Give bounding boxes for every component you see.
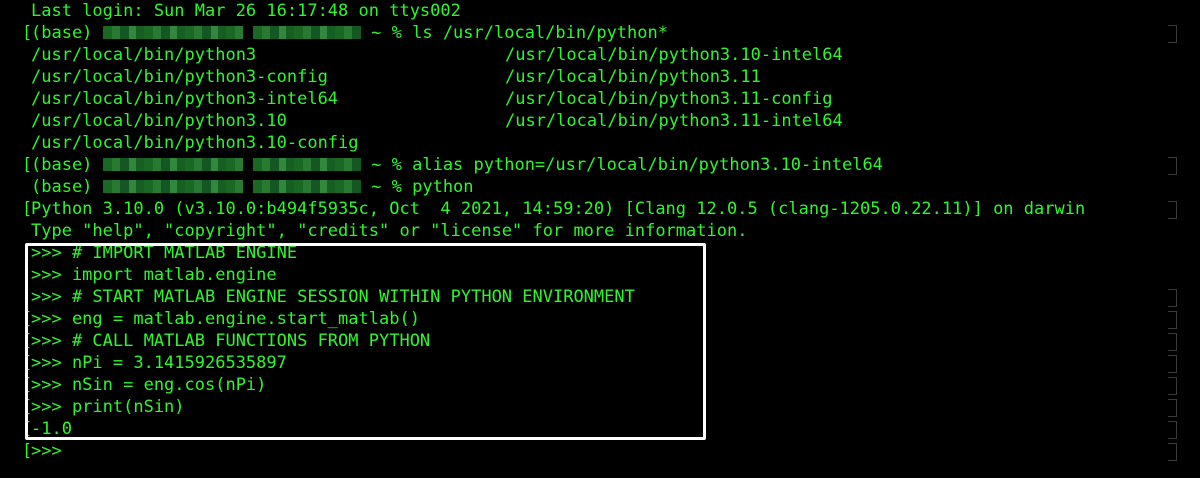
line-marker-right <box>1168 311 1177 329</box>
line-marker: [ <box>22 441 33 461</box>
repl-prompt[interactable]: >>> <box>31 440 62 462</box>
last-login-line: Last login: Sun Mar 26 16:17:48 on ttys0… <box>31 1 461 21</box>
repl-line: >>> # CALL MATLAB FUNCTIONS FROM PYTHON <box>31 331 431 351</box>
terminal-window[interactable]: [ [ [ [ [ [ [ [ [ [ Last login: Sun Mar … <box>0 0 1200 478</box>
python-banner: Python 3.10.0 (v3.10.0:b494f5935c, Oct 4… <box>31 199 1086 219</box>
line-marker-right <box>1168 201 1177 219</box>
line-marker: [ <box>22 199 33 219</box>
python-help-line: Type "help", "copyright", "credits" or "… <box>31 221 748 241</box>
redacted-username <box>102 25 243 39</box>
redacted-hostname <box>252 157 361 171</box>
repl-line: >>> nPi = 3.1415926535897 <box>31 353 287 373</box>
prompt-symbol: ~ % <box>360 23 413 43</box>
redacted-username <box>102 179 243 193</box>
ls-output-row: /usr/local/bin/python3-intel64/usr/local… <box>31 88 833 110</box>
ls-output-row: /usr/local/bin/python3.10-config <box>31 132 359 154</box>
ls-output-row: /usr/local/bin/python3-config/usr/local/… <box>31 66 761 88</box>
prompt-symbol: ~ % <box>360 155 413 175</box>
line-marker: [ <box>22 331 33 351</box>
prompt-env: (base) <box>31 155 93 175</box>
repl-line: >>> eng = matlab.engine.start_matlab() <box>31 309 420 329</box>
prompt-line-ls: (base) ~ % ls /usr/local/bin/python* <box>31 22 668 44</box>
prompt-env: (base) <box>31 177 93 197</box>
redacted-username <box>102 157 243 171</box>
file-path: /usr/local/bin/python3 <box>31 45 257 65</box>
line-marker-right <box>1168 443 1177 461</box>
repl-line: >>> # START MATLAB ENGINE SESSION WITHIN… <box>31 287 635 307</box>
line-marker: [ <box>22 419 33 439</box>
command-text: alias python=/usr/local/bin/python3.10-i… <box>412 155 883 175</box>
file-path: /usr/local/bin/python3.10-intel64 <box>505 45 843 65</box>
line-marker-right <box>1168 25 1177 43</box>
line-marker: [ <box>22 375 33 395</box>
file-path: /usr/local/bin/python3-intel64 <box>31 89 339 109</box>
prompt-symbol: ~ % <box>360 177 413 197</box>
line-marker-right <box>1168 333 1177 351</box>
repl-line: >>> # IMPORT MATLAB ENGINE <box>31 243 298 263</box>
file-path: /usr/local/bin/python3-config <box>31 67 328 87</box>
file-path: /usr/local/bin/python3.11 <box>505 67 761 87</box>
redacted-hostname <box>252 179 361 193</box>
redacted-hostname <box>252 25 361 39</box>
ls-output-row: /usr/local/bin/python3/usr/local/bin/pyt… <box>31 44 843 66</box>
file-path: /usr/local/bin/python3.11-intel64 <box>505 111 843 131</box>
line-marker: [ <box>22 353 33 373</box>
line-marker: [ <box>22 23 33 43</box>
line-marker: [ <box>22 155 33 175</box>
repl-output: -1.0 <box>31 419 72 439</box>
line-marker-right <box>1168 377 1177 395</box>
line-marker-right <box>1168 289 1177 307</box>
line-marker: [ <box>22 397 33 417</box>
repl-line: >>> nSin = eng.cos(nPi) <box>31 375 267 395</box>
line-marker-right <box>1168 355 1177 373</box>
command-text: ls /usr/local/bin/python* <box>412 23 668 43</box>
prompt-line-python: (base) ~ % python <box>31 176 474 198</box>
line-marker: [ <box>22 309 33 329</box>
prompt-env: (base) <box>31 23 93 43</box>
line-marker-right <box>1168 421 1177 439</box>
line-marker-right <box>1168 157 1177 175</box>
ls-output-row: /usr/local/bin/python3.10/usr/local/bin/… <box>31 110 843 132</box>
file-path: /usr/local/bin/python3.11-config <box>505 89 833 109</box>
repl-line: >>> print(nSin) <box>31 397 185 417</box>
prompt-line-alias: (base) ~ % alias python=/usr/local/bin/p… <box>31 154 883 176</box>
repl-line: >>> import matlab.engine <box>31 265 277 285</box>
file-path: /usr/local/bin/python3.10 <box>31 111 287 131</box>
command-text: python <box>412 177 474 197</box>
line-marker-right <box>1168 399 1177 417</box>
file-path: /usr/local/bin/python3.10-config <box>31 133 359 153</box>
